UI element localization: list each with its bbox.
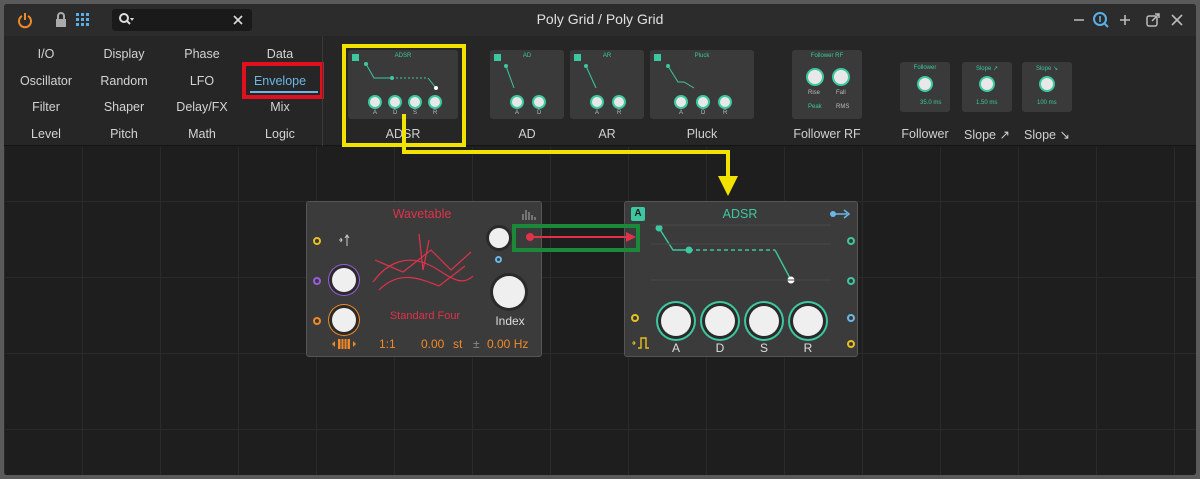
zoom-fit-icon[interactable] xyxy=(1092,11,1110,29)
category-oscillator[interactable]: Oscillator xyxy=(4,74,88,88)
search-icon xyxy=(119,13,134,25)
adsr-knob-attack[interactable] xyxy=(661,306,691,336)
tile-follower-rf-label: Follower RF xyxy=(793,127,861,141)
adsr-output-port-mid[interactable] xyxy=(847,277,855,285)
wavetable-knob-orange[interactable] xyxy=(332,308,356,332)
adsr-envelope-display xyxy=(651,224,831,284)
envelope-highlight-box xyxy=(242,62,324,99)
category-logic[interactable]: Logic xyxy=(238,127,322,141)
category-random[interactable]: Random xyxy=(82,74,166,88)
category-lfo[interactable]: LFO xyxy=(160,74,244,88)
adsr-module[interactable]: A ADSR A D S R xyxy=(624,201,858,357)
adsr-gate-input-port[interactable] xyxy=(631,314,639,322)
category-filter[interactable]: Filter xyxy=(4,100,88,114)
adsr-knob-release-label: R xyxy=(803,341,813,355)
adsr-knob-sustain-label: S xyxy=(759,341,768,355)
wavetable-index-label: Index xyxy=(495,314,525,328)
tile-slope-up[interactable]: Slope ↗ 1.50 ms xyxy=(962,62,1012,112)
tile-slope-down[interactable]: Slope ↘ 100 ms xyxy=(1022,62,1072,112)
lock-icon[interactable] xyxy=(52,11,70,29)
output-arrow-icon xyxy=(830,209,851,219)
category-mix[interactable]: Mix xyxy=(238,100,322,114)
category-phase[interactable]: Phase xyxy=(160,47,244,61)
pop-out-icon[interactable] xyxy=(1144,11,1162,29)
category-delay-fx[interactable]: Delay/FX xyxy=(160,100,244,114)
adsr-output-port-yellow[interactable] xyxy=(847,340,855,348)
title-bar: Poly Grid / Poly Grid xyxy=(4,4,1196,36)
tile-follower-rf-rms-label: RMS xyxy=(836,104,850,110)
wavetable-input-port-top[interactable] xyxy=(313,237,321,245)
ar-mini-envelope xyxy=(574,54,597,89)
tile-slope-down-mini-title: Slope ↘ xyxy=(1035,66,1059,72)
adsr-knob-decay-label: D xyxy=(715,341,725,355)
minimize-icon[interactable] xyxy=(1070,11,1088,29)
wavetable-input-port-mid[interactable] xyxy=(313,277,321,285)
tile-pluck[interactable]: Pluck A D R xyxy=(650,50,754,119)
cable-highlight-box xyxy=(512,224,640,252)
zoom-in-icon[interactable] xyxy=(1116,11,1134,29)
spectrum-icon[interactable] xyxy=(521,208,537,220)
adsr-badge: A xyxy=(631,207,645,221)
search-input[interactable] xyxy=(112,9,252,31)
category-pitch[interactable]: Pitch xyxy=(82,127,166,141)
tile-slope-up-value: 1.50 ms xyxy=(976,100,998,106)
adsr-knob-attack-label: A xyxy=(671,341,680,355)
adsr-knob-sustain[interactable] xyxy=(749,306,779,336)
ad-mini-envelope xyxy=(494,54,515,89)
tile-ar[interactable]: AR A R xyxy=(570,50,644,119)
pitch-trigger-icon xyxy=(339,234,350,246)
pluck-mini-envelope xyxy=(654,54,695,89)
gate-icon xyxy=(632,337,649,349)
tile-slope-up-mini-title: Slope ↗ xyxy=(975,66,999,72)
category-shaper[interactable]: Shaper xyxy=(82,100,166,114)
wavetable-index-knob[interactable] xyxy=(493,276,525,308)
wavetable-semitones-unit: st xyxy=(453,337,463,351)
tile-follower-label: Follower xyxy=(901,127,949,141)
wavetable-knob-purple[interactable] xyxy=(332,268,356,292)
adsr-knob-release[interactable] xyxy=(793,306,823,336)
drag-guide-arrow xyxy=(402,114,738,196)
tile-follower-rf-mini-title: Follower RF xyxy=(810,53,844,59)
category-io[interactable]: I/O xyxy=(4,47,88,61)
adsr-output-port-top[interactable] xyxy=(847,237,855,245)
tile-follower-rf-rise-label: Rise xyxy=(808,90,821,96)
wavetable-hz[interactable]: 0.00 Hz xyxy=(487,337,528,351)
power-icon[interactable] xyxy=(16,11,34,29)
tile-slope-down-label: Slope ↘ xyxy=(1024,128,1070,142)
adsr-knob-decay[interactable] xyxy=(705,306,735,336)
clear-search-icon[interactable] xyxy=(232,14,244,26)
category-level[interactable]: Level xyxy=(4,127,88,141)
adsr-title: ADSR xyxy=(722,207,758,221)
poly-grid-window: Poly Grid / Poly Grid I/O Oscillator Fil… xyxy=(4,4,1196,475)
wavetable-display xyxy=(372,233,474,291)
wavetable-index-port[interactable] xyxy=(495,256,502,263)
wavetable-hz-prefix: ± xyxy=(473,337,480,351)
wavetable-module[interactable]: Wavetable Standard Four 1:1 0.00 st ± 0.… xyxy=(306,201,542,357)
tile-follower-mini-title: Follower xyxy=(913,65,937,71)
tile-slope-down-value: 100 ms xyxy=(1037,100,1057,106)
wavetable-title: Wavetable xyxy=(392,207,452,221)
category-display[interactable]: Display xyxy=(82,47,166,61)
keyboard-icon[interactable] xyxy=(331,338,357,350)
wavetable-input-port-bottom[interactable] xyxy=(313,317,321,325)
wavetable-table-name[interactable]: Standard Four xyxy=(377,310,473,322)
wavetable-ratio[interactable]: 1:1 xyxy=(379,337,396,351)
tile-follower-rf-peak-label: Peak xyxy=(808,104,822,110)
grid-view-icon[interactable] xyxy=(74,11,92,29)
tile-follower-rf[interactable]: Follower RF Rise Fall Peak RMS xyxy=(792,50,862,119)
browser-divider xyxy=(322,36,323,146)
close-icon[interactable] xyxy=(1168,11,1186,29)
tile-follower-rf-fall-label: Fall xyxy=(836,90,846,96)
tile-follower[interactable]: Follower 35.0 ms xyxy=(900,62,950,112)
tile-follower-value: 35.0 ms xyxy=(920,100,942,106)
wavetable-semitones[interactable]: 0.00 xyxy=(421,337,444,351)
tile-ad[interactable]: AD A D xyxy=(490,50,564,119)
adsr-output-port-blue[interactable] xyxy=(847,314,855,322)
category-math[interactable]: Math xyxy=(160,127,244,141)
category-data[interactable]: Data xyxy=(238,47,322,61)
